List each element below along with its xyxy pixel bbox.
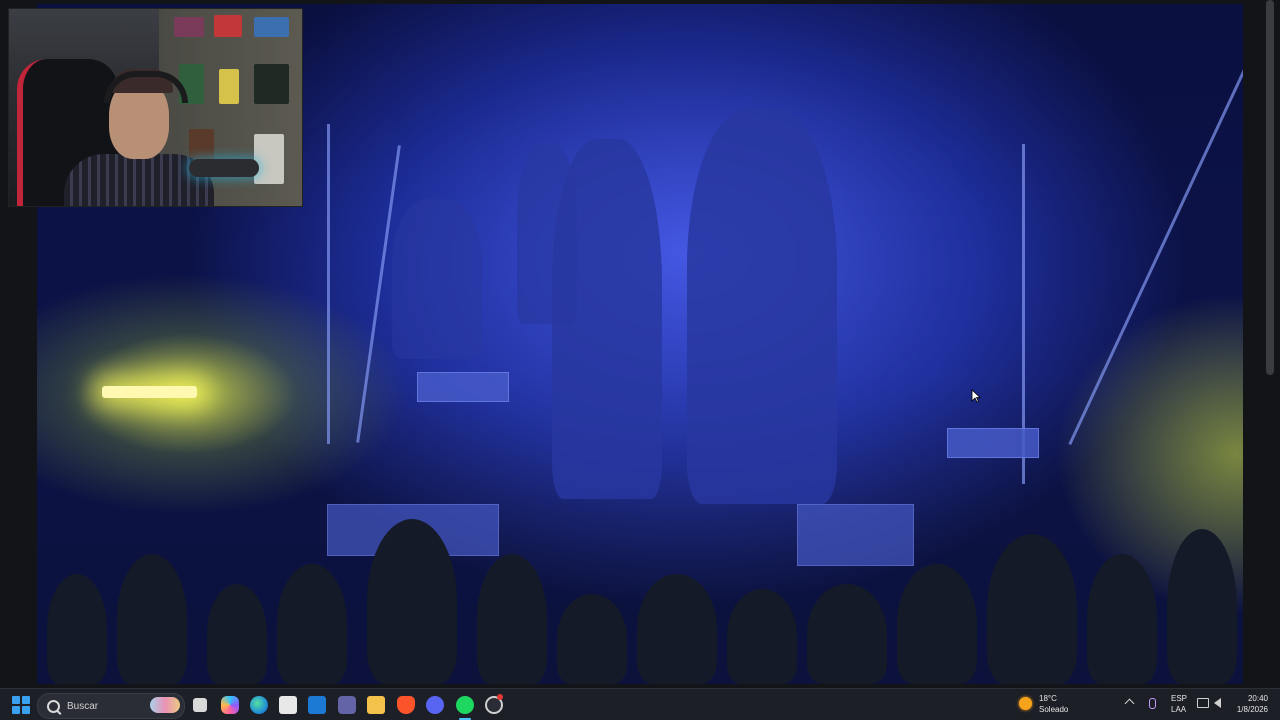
taskbar: Buscar [0, 688, 1280, 720]
desktop-screen: Buscar 18°C Soleado ESP LAA 20:40 1/8/20… [0, 0, 1280, 720]
mouse-cursor-icon [971, 389, 981, 403]
copilot-icon[interactable] [221, 696, 239, 714]
crowd-head [557, 594, 627, 684]
stage-monitor [947, 428, 1039, 458]
shelf-item [174, 17, 204, 37]
crowd-head [727, 589, 797, 684]
stage-light-bar [102, 386, 197, 398]
crowd-head [477, 554, 547, 684]
crowd-head [277, 564, 347, 684]
teams-icon[interactable] [338, 696, 356, 714]
crowd-head [47, 574, 107, 684]
crowd [37, 514, 1243, 684]
network-icon[interactable] [1197, 698, 1209, 708]
shelf-item [254, 17, 289, 37]
crowd-head [987, 534, 1077, 684]
crowd-head [897, 564, 977, 684]
file-explorer-icon[interactable] [367, 696, 385, 714]
shelf-item [219, 69, 239, 104]
search-placeholder: Buscar [67, 700, 99, 712]
taskbar-search[interactable]: Buscar [37, 693, 185, 719]
mic-stand [1068, 63, 1243, 445]
search-icon [47, 699, 60, 713]
edge-icon[interactable] [250, 696, 268, 714]
microsoft-store-icon[interactable] [279, 696, 297, 714]
task-view-icon[interactable] [193, 698, 207, 712]
performer-singer [552, 139, 662, 499]
windows-logo-tile [22, 706, 30, 714]
windows-logo-tile [22, 696, 30, 704]
brave-browser-icon[interactable] [397, 696, 415, 714]
crowd-head [367, 519, 457, 684]
microphone-icon[interactable] [1149, 698, 1156, 709]
video-player[interactable] [0, 0, 1280, 688]
crowd-head [637, 574, 717, 684]
crowd-head [117, 554, 187, 684]
shelf-item [189, 129, 214, 159]
clock-date[interactable]: 1/8/2026 [1237, 705, 1268, 714]
shelf-item [254, 134, 284, 184]
crowd-head [1167, 529, 1237, 684]
crowd-head [807, 584, 887, 684]
language-code[interactable]: ESP [1171, 694, 1187, 703]
scrollbar[interactable] [1266, 0, 1274, 375]
crowd-head [1087, 554, 1157, 684]
stage-monitor [417, 372, 509, 402]
clock-time[interactable]: 20:40 [1248, 694, 1268, 703]
mail-icon[interactable] [308, 696, 326, 714]
weather-condition[interactable]: Soleado [1039, 705, 1068, 714]
performer-drummer [392, 199, 482, 359]
windows-logo-tile [12, 706, 20, 714]
crowd-head [207, 584, 267, 684]
shelf-item [214, 15, 242, 37]
windows-logo-tile [12, 696, 20, 704]
mic-stand [327, 124, 330, 444]
start-button[interactable] [12, 696, 30, 714]
discord-icon[interactable] [426, 696, 444, 714]
weather-sun-icon[interactable] [1019, 697, 1032, 710]
webcam-overlay [8, 8, 303, 207]
performer-guitarist [687, 109, 837, 504]
volume-icon[interactable] [1214, 698, 1221, 708]
spotify-icon[interactable] [456, 696, 474, 714]
microphone [189, 159, 259, 177]
shelf-item [254, 64, 289, 104]
notification-badge [497, 694, 503, 700]
weather-temperature[interactable]: 18°C [1039, 694, 1057, 703]
keyboard-layout[interactable]: LAA [1171, 705, 1186, 714]
search-highlight-icon [150, 697, 180, 713]
